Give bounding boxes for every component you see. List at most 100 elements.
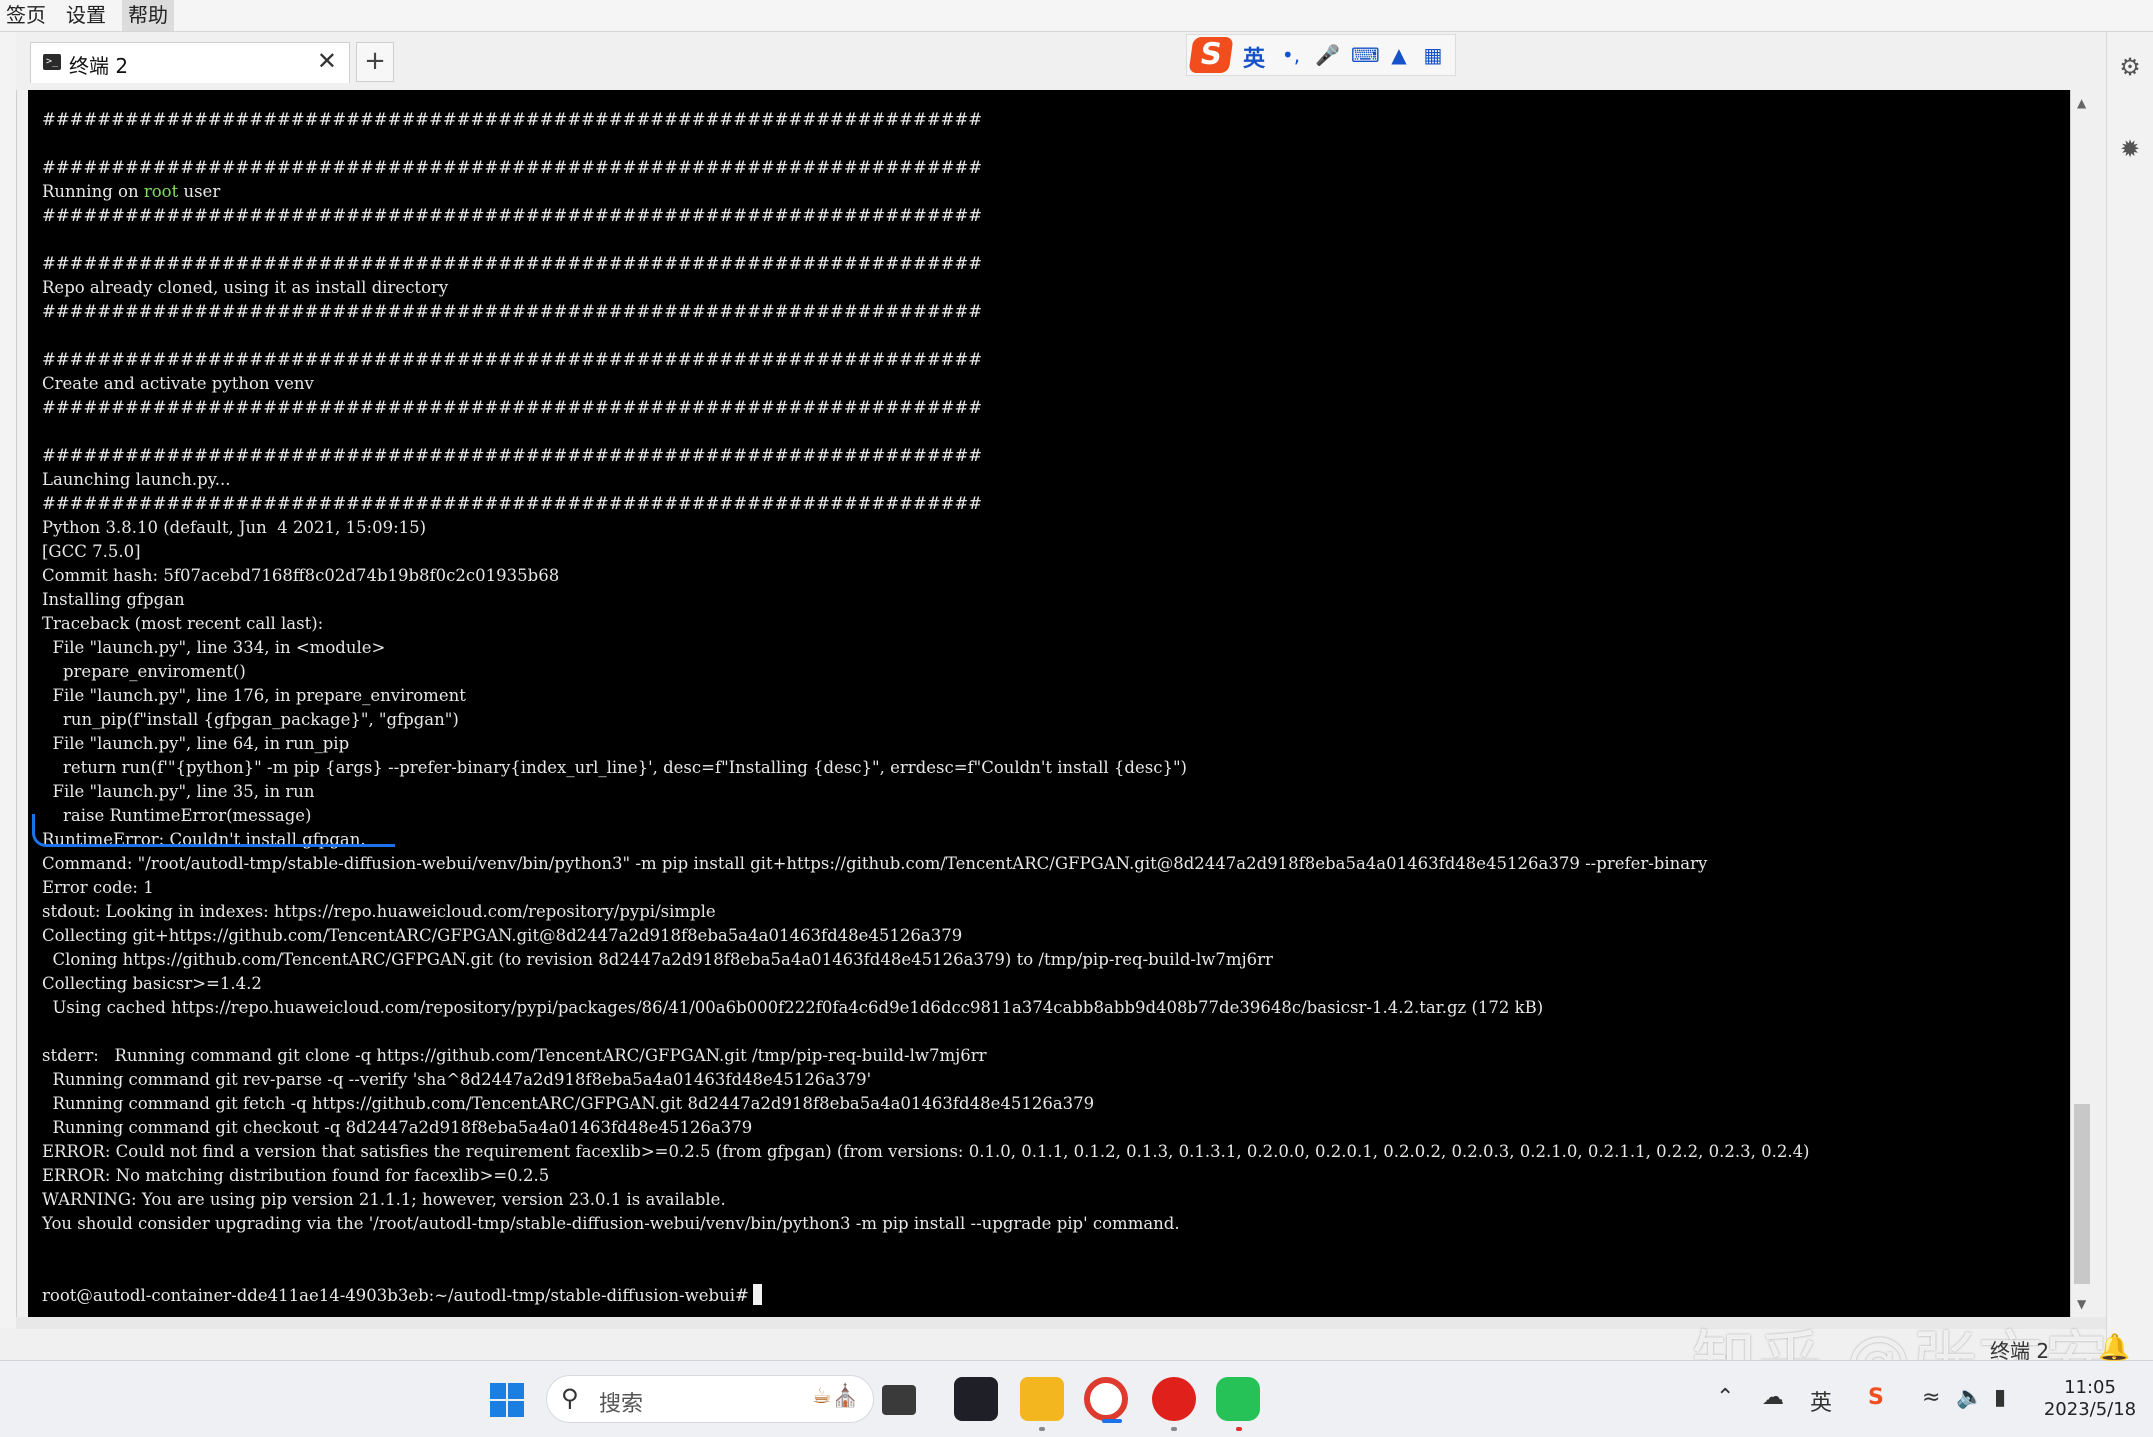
menu-tabs[interactable]: 签页 bbox=[0, 0, 52, 31]
terminal-line: ########################################… bbox=[42, 206, 983, 225]
annotation-underline-mark bbox=[32, 814, 395, 847]
taskbar-search-box[interactable]: ⚲ 搜索 ☕⛪ bbox=[546, 1375, 874, 1423]
terminal-line: You should consider upgrading via the '/… bbox=[42, 1214, 1180, 1233]
terminal-line: WARNING: You are using pip version 21.1.… bbox=[42, 1190, 726, 1209]
bell-icon[interactable]: 🔔 bbox=[2098, 1333, 2130, 1363]
search-highlight-icon: ☕⛪ bbox=[811, 1384, 859, 1409]
search-icon: ⚲ bbox=[561, 1384, 579, 1412]
file-explorer-icon[interactable] bbox=[1020, 1377, 1064, 1421]
ime-language-toggle[interactable]: 英 bbox=[1243, 41, 1265, 73]
left-panel-edge bbox=[0, 32, 17, 1328]
battery-icon[interactable]: ▮ bbox=[1994, 1385, 2006, 1410]
terminal-line: ########################################… bbox=[42, 110, 983, 129]
taskbar: ⚲ 搜索 ☕⛪ 终端 2 🔔 ⌃ ☁ 英 S ≈ 🔈 ▮ 11:05 2023/… bbox=[0, 1333, 2153, 1437]
tab-title: 终端 2 bbox=[69, 54, 129, 78]
tray-language[interactable]: 英 bbox=[1810, 1385, 1832, 1417]
netease-music-icon[interactable] bbox=[1152, 1377, 1196, 1421]
terminal-line: stdout: Looking in indexes: https://repo… bbox=[42, 902, 716, 921]
terminal-line: run_pip(f"install {gfpgan_package}", "gf… bbox=[42, 710, 459, 729]
terminal-app-icon[interactable] bbox=[882, 1385, 916, 1415]
tab-bar: >_ 终端 2 ✕ + bbox=[16, 32, 2106, 90]
terminal-line: Python 3.8.10 (default, Jun 4 2021, 15:0… bbox=[42, 518, 427, 537]
terminal-scrollbar[interactable]: ▲ ▼ bbox=[2070, 90, 2095, 1317]
right-side-panel: ⚙ ✹ bbox=[2106, 32, 2153, 1360]
scrollbar-thumb[interactable] bbox=[2074, 1104, 2090, 1284]
terminal-line: Command: "/root/autodl-tmp/stable-diffus… bbox=[42, 854, 1708, 873]
new-tab-button[interactable]: + bbox=[356, 42, 394, 82]
text-cursor bbox=[752, 1284, 762, 1305]
ime-toolbar: S 英 •, 🎤 ⌨ ▲ ▦ bbox=[1186, 34, 1456, 76]
chevron-up-icon[interactable]: ⌃ bbox=[1716, 1385, 1734, 1410]
terminal-line: Create and activate python venv bbox=[42, 374, 314, 393]
tab-terminal-2[interactable]: >_ 终端 2 ✕ bbox=[30, 42, 350, 83]
terminal-output[interactable]: ########################################… bbox=[28, 90, 2070, 1317]
cloud-icon[interactable]: ☁ bbox=[1762, 1385, 1784, 1410]
system-clock[interactable]: 11:05 2023/5/18 bbox=[2040, 1377, 2140, 1421]
toolbox-grid-icon[interactable]: ▦ bbox=[1421, 43, 1445, 67]
sogou-tray-icon[interactable]: S bbox=[1868, 1385, 1884, 1410]
terminal-line: Commit hash: 5f07acebd7168ff8c02d74b19b8… bbox=[42, 566, 560, 585]
terminal-icon: >_ bbox=[43, 54, 61, 70]
terminal-line: ########################################… bbox=[42, 494, 983, 513]
volume-icon[interactable]: 🔈 bbox=[1956, 1385, 1983, 1410]
settings-gears-icon[interactable]: ⚙ bbox=[2117, 54, 2143, 80]
terminal-line: ########################################… bbox=[42, 446, 983, 465]
terminal-line: Collecting basicsr>=1.4.2 bbox=[42, 974, 262, 993]
terminal-line: stderr: Running command git clone -q htt… bbox=[42, 1046, 987, 1065]
terminal-line: return run(f'"{python}" -m pip {args} --… bbox=[42, 758, 1187, 777]
scroll-up-icon[interactable]: ▲ bbox=[2077, 96, 2086, 110]
terminal-line: ########################################… bbox=[42, 302, 983, 321]
terminal-line: Repo already cloned, using it as install… bbox=[42, 278, 449, 297]
terminal-line: Running on root user bbox=[42, 182, 221, 201]
wechat-icon[interactable] bbox=[1216, 1377, 1260, 1421]
running-indicator bbox=[1236, 1427, 1242, 1431]
terminal-line: Running command git fetch -q https://git… bbox=[42, 1094, 1095, 1113]
terminal-line: Running command git checkout -q 8d2447a2… bbox=[42, 1118, 753, 1137]
terminal-line: ERROR: Could not find a version that sat… bbox=[42, 1142, 1810, 1161]
notification-label: 终端 2 bbox=[1990, 1339, 2050, 1363]
microphone-icon[interactable]: 🎤 bbox=[1315, 43, 1340, 67]
terminal-line: Collecting git+https://github.com/Tencen… bbox=[42, 926, 963, 945]
search-placeholder: 搜索 bbox=[599, 1392, 644, 1417]
terminal-line: Launching launch.py... bbox=[42, 470, 231, 489]
terminal-line: File "launch.py", line 64, in run_pip bbox=[42, 734, 350, 753]
running-indicator bbox=[1171, 1427, 1177, 1431]
terminal-line: Traceback (most recent call last): bbox=[42, 614, 324, 633]
menu-help[interactable]: 帮助 bbox=[122, 0, 174, 31]
windows-start-icon[interactable] bbox=[490, 1383, 524, 1417]
terminal-line: Cloning https://github.com/TencentARC/GF… bbox=[42, 950, 1273, 969]
terminal-line: ########################################… bbox=[42, 398, 983, 417]
terminal-line: File "launch.py", line 176, in prepare_e… bbox=[42, 686, 466, 705]
bug-icon[interactable]: ✹ bbox=[2117, 136, 2143, 162]
menu-bar: 签页 设置 帮助 bbox=[0, 0, 2153, 32]
skin-shirt-icon[interactable]: ▲ bbox=[1387, 43, 1411, 67]
clock-date: 2023/5/18 bbox=[2043, 1399, 2137, 1420]
terminal-line: ########################################… bbox=[42, 350, 983, 369]
terminal-line: Installing gfpgan bbox=[42, 590, 185, 609]
chrome-icon[interactable] bbox=[1084, 1377, 1128, 1423]
shell-prompt[interactable]: root@autodl-container-dde411ae14-4903b3e… bbox=[42, 1284, 1810, 1308]
terminal-line: File "launch.py", line 35, in run bbox=[42, 782, 315, 801]
terminal-line: [GCC 7.5.0] bbox=[42, 542, 141, 561]
terminal-lines: ########################################… bbox=[42, 108, 1810, 1308]
wifi-icon[interactable]: ≈ bbox=[1922, 1385, 1940, 1410]
sogou-logo-icon[interactable]: S bbox=[1188, 37, 1234, 73]
punctuation-icon[interactable]: •, bbox=[1279, 43, 1303, 67]
terminal-line: Running command git rev-parse -q --verif… bbox=[42, 1070, 872, 1089]
terminal-line: Using cached https://repo.huaweicloud.co… bbox=[42, 998, 1544, 1017]
scroll-down-icon[interactable]: ▼ bbox=[2077, 1297, 2086, 1311]
close-icon[interactable]: ✕ bbox=[317, 47, 337, 75]
terminal-line: prepare_enviroment() bbox=[42, 662, 246, 681]
running-indicator bbox=[1039, 1427, 1045, 1431]
menu-settings[interactable]: 设置 bbox=[60, 0, 112, 31]
terminal-line: ########################################… bbox=[42, 158, 983, 177]
keyboard-icon[interactable]: ⌨ bbox=[1351, 43, 1380, 67]
cube-app-icon[interactable] bbox=[954, 1377, 998, 1421]
